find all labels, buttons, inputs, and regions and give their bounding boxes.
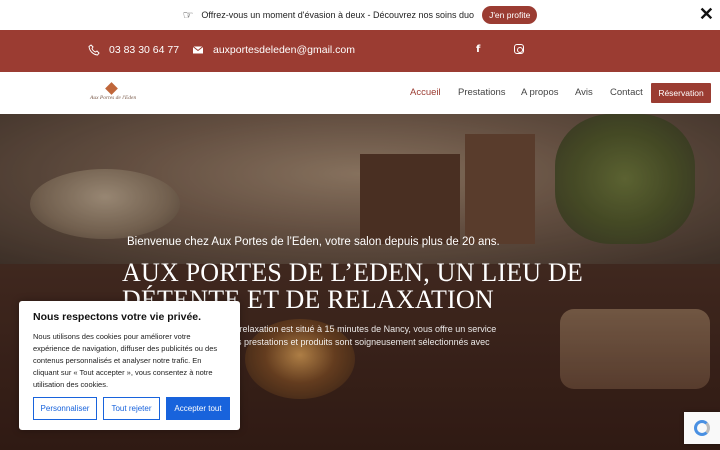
recaptcha-icon bbox=[694, 420, 710, 436]
promo-button[interactable]: J'en profite bbox=[482, 6, 538, 24]
instagram-icon[interactable] bbox=[514, 44, 524, 54]
hero-description-line-1: e relaxation est situé à 15 minutes de N… bbox=[232, 324, 497, 334]
cookie-banner: Nous respectons votre vie privée. Nous u… bbox=[19, 301, 240, 430]
cookie-text: Nous utilisons des cookies pour améliore… bbox=[33, 332, 218, 389]
hero-description: e relaxation est situé à 15 minutes de N… bbox=[232, 323, 522, 349]
email-link[interactable]: auxportesdeleden@gmail.com bbox=[192, 44, 355, 56]
facebook-icon[interactable]: f bbox=[476, 44, 480, 55]
hero-welcome: Bienvenue chez Aux Portes de l’Eden, vot… bbox=[127, 236, 500, 248]
nav-item-accueil[interactable]: Accueil bbox=[410, 87, 441, 98]
hero-title-line-1: AUX PORTES DE L’EDEN, UN LIEU DE bbox=[122, 258, 584, 287]
promo-text: Offrez-vous un moment d'évasion à deux -… bbox=[201, 10, 475, 20]
email-address: auxportesdeleden@gmail.com bbox=[213, 44, 355, 56]
phone-icon bbox=[88, 44, 100, 56]
close-icon[interactable]: ✕ bbox=[699, 4, 714, 24]
cookie-buttons: Personnaliser Tout rejeter Accepter tout bbox=[33, 397, 236, 420]
nav-item-a-propos[interactable]: A propos bbox=[521, 87, 559, 98]
hero-description-line-2: os prestations et produits sont soigneus… bbox=[232, 337, 490, 347]
mail-icon bbox=[192, 46, 204, 54]
contact-bar: 03 83 30 64 77 auxportesdeleden@gmail.co… bbox=[0, 30, 720, 72]
recaptcha-badge[interactable] bbox=[684, 412, 720, 444]
logo[interactable]: Aux Portes de l'Eden bbox=[90, 82, 136, 104]
nav-item-contact[interactable]: Contact bbox=[610, 87, 643, 98]
main-nav: Aux Portes de l'Eden Accueil Prestations… bbox=[0, 72, 720, 114]
nav-item-avis[interactable]: Avis bbox=[575, 87, 593, 98]
nav-item-prestations[interactable]: Prestations bbox=[458, 87, 506, 98]
logo-mark bbox=[105, 82, 118, 95]
reject-all-button[interactable]: Tout rejeter bbox=[103, 397, 160, 420]
cookie-title: Nous respectons votre vie privée. bbox=[33, 311, 202, 323]
logo-text: Aux Portes de l'Eden bbox=[90, 95, 137, 101]
accept-all-button[interactable]: Accepter tout bbox=[166, 397, 230, 420]
customize-button[interactable]: Personnaliser bbox=[33, 397, 97, 420]
phone-link[interactable]: 03 83 30 64 77 bbox=[88, 44, 179, 56]
hand-pointing-icon: ☞ bbox=[182, 8, 194, 22]
phone-number: 03 83 30 64 77 bbox=[109, 44, 180, 56]
reservation-button[interactable]: Réservation bbox=[651, 83, 711, 103]
promo-bar: ☞ Offrez-vous un moment d'évasion à deux… bbox=[0, 0, 720, 30]
